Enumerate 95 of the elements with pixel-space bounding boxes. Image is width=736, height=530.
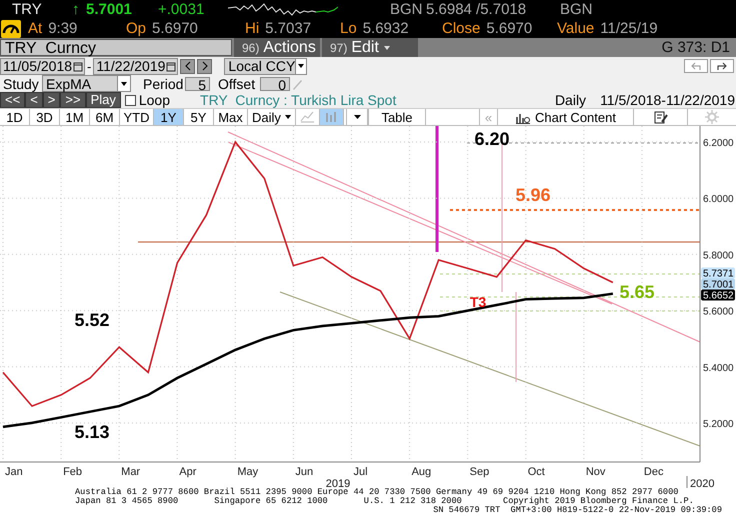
next-button[interactable] <box>197 58 212 74</box>
stat-value: 5.6970 <box>152 20 198 37</box>
price-tag: 5.7371 <box>701 268 735 280</box>
axis-tick-label: Feb <box>63 466 82 478</box>
axis-tick-label: 5.4000 <box>703 362 734 374</box>
study-label: Study <box>3 76 40 92</box>
date-field[interactable]: 11/22/2019 <box>93 58 178 74</box>
axis-tick-label: 5.2000 <box>703 418 734 430</box>
undo-icon <box>690 61 702 71</box>
stat-value: 11/25/19 <box>600 20 658 37</box>
stat-label: Close <box>442 20 480 37</box>
axis-tick-label: May <box>237 466 258 478</box>
axis-tick-label: Jan <box>5 466 23 478</box>
stat-label: Lo <box>340 20 357 37</box>
offset-label: Offset <box>218 76 256 92</box>
axis-tick-label: Jun <box>295 466 314 478</box>
playback-button[interactable]: << <box>0 92 26 108</box>
bid-ask: 5.6984 /5.7018 <box>426 1 528 18</box>
stat-value: 9:39 <box>48 20 78 37</box>
year-label: 2019 <box>326 478 350 488</box>
calendar-icon <box>166 60 176 72</box>
redo-icon <box>716 61 728 71</box>
axis-tick-label: Apr <box>179 466 196 478</box>
style-dropdown[interactable] <box>346 109 368 125</box>
bar-chart-icon <box>324 110 339 124</box>
study-dropdown[interactable]: ExpMA <box>42 75 131 92</box>
caret-icon <box>284 113 291 121</box>
stat-label: At <box>28 20 42 37</box>
redo-button[interactable] <box>710 59 734 73</box>
playback-button[interactable]: < <box>25 92 43 108</box>
calendar-icon <box>73 60 84 72</box>
menu-button[interactable]: 96) Actions <box>234 38 320 57</box>
axis-tick-label: Dec <box>644 466 664 478</box>
axis-tick-label: 5.6000 <box>703 306 734 318</box>
security-field[interactable]: TRY Curncy <box>0 39 232 56</box>
period-tab[interactable]: 1Y <box>154 109 184 125</box>
period-label: Period <box>143 76 184 92</box>
caret-icon <box>382 44 391 52</box>
notepad-pencil-icon <box>654 110 668 124</box>
axis-tick-label: Sep <box>470 466 490 478</box>
playback-button[interactable]: >> <box>60 92 86 108</box>
line-chart-icon <box>300 110 315 124</box>
axis-tick-label: Mar <box>121 466 140 478</box>
stat-value: 5.6932 <box>362 20 409 37</box>
ticker: TRY <box>12 1 43 18</box>
price-tag: 5.7001 <box>701 278 735 290</box>
price-tag: 5.6652 <box>701 290 735 302</box>
axis-tick-label: 6.2000 <box>703 138 734 150</box>
axis-tick-label: 5.8000 <box>703 250 734 262</box>
axis-tick-label: Aug <box>412 466 432 478</box>
stat-label: Op <box>126 20 146 37</box>
footer-text: SN 546679 TRT GMT+3:00 H819-5122-0 22-Nov-2019 09:39:09 <box>432 506 723 515</box>
date-field[interactable]: 11/05/2018 <box>0 58 86 74</box>
range-separator: - <box>87 58 92 74</box>
footer-text: Australia 61 2 9777 8600 Brazil 5511 2395 9000 Europe 44 20 7330 7500 Germany 49 69 9204 1210 Hong Kong 852 2977 6000 <box>74 488 680 497</box>
loop-label: Loop <box>138 92 170 108</box>
axis-tick-label: Jul <box>354 466 368 478</box>
left-chevron-icon <box>182 60 193 72</box>
playback-button[interactable]: > <box>42 92 60 108</box>
menu-button[interactable]: 97) Edit <box>322 38 418 57</box>
period-field[interactable]: 5 <box>185 76 210 90</box>
playback-button[interactable]: Play <box>86 92 121 108</box>
currency-dropdown[interactable]: Local CCY <box>224 58 308 74</box>
price-annotation: 5.65 <box>619 282 655 302</box>
axis-tick-label: Nov <box>586 466 606 478</box>
price-annotation: 5.52 <box>74 310 110 330</box>
stat-label: Value <box>557 20 594 37</box>
year-label: 2020 <box>690 478 714 488</box>
caret-icon <box>354 114 360 120</box>
loop-checkbox[interactable] <box>124 94 136 106</box>
last-price: 5.7001 <box>86 1 133 18</box>
pricing-source: BGN <box>390 1 424 18</box>
price-annotation: 6.20 <box>474 129 510 149</box>
pricing-source: BGN <box>560 1 593 18</box>
up-arrow-icon: ↑ <box>72 1 84 18</box>
price-annotation: 5.96 <box>515 185 551 205</box>
caret-icon <box>120 80 128 88</box>
stat-value: 5.6970 <box>486 20 532 37</box>
price-annotation: 5.13 <box>74 422 110 442</box>
footer-text: Japan 81 3 4565 8900 Singapore 65 6212 1000 U.S. 1 212 318 2000 Copyright 2019 Bloomberg Finance L.P. <box>74 497 695 506</box>
price-change: +.0031 <box>158 1 206 18</box>
page-id: G 373: D1 <box>662 39 730 56</box>
date-range: 11/5/2018-11/22/2019 <box>600 92 735 108</box>
chart-title: TRY Curncy : Turkish Lira Spot <box>200 92 396 108</box>
frequency-label: Daily <box>554 92 586 108</box>
price-annotation: T3 <box>470 294 486 310</box>
table-button[interactable]: Table <box>368 109 426 125</box>
offset-field[interactable]: 0 <box>260 76 290 90</box>
stat-value: 5.7037 <box>265 20 312 37</box>
right-chevron-icon <box>200 60 210 72</box>
previous-button[interactable] <box>180 58 196 74</box>
stat-label: Hi <box>245 20 260 37</box>
axis-tick-label: 6.0000 <box>703 194 734 206</box>
caret-icon <box>297 62 306 70</box>
axis-tick-label: Oct <box>528 466 545 478</box>
